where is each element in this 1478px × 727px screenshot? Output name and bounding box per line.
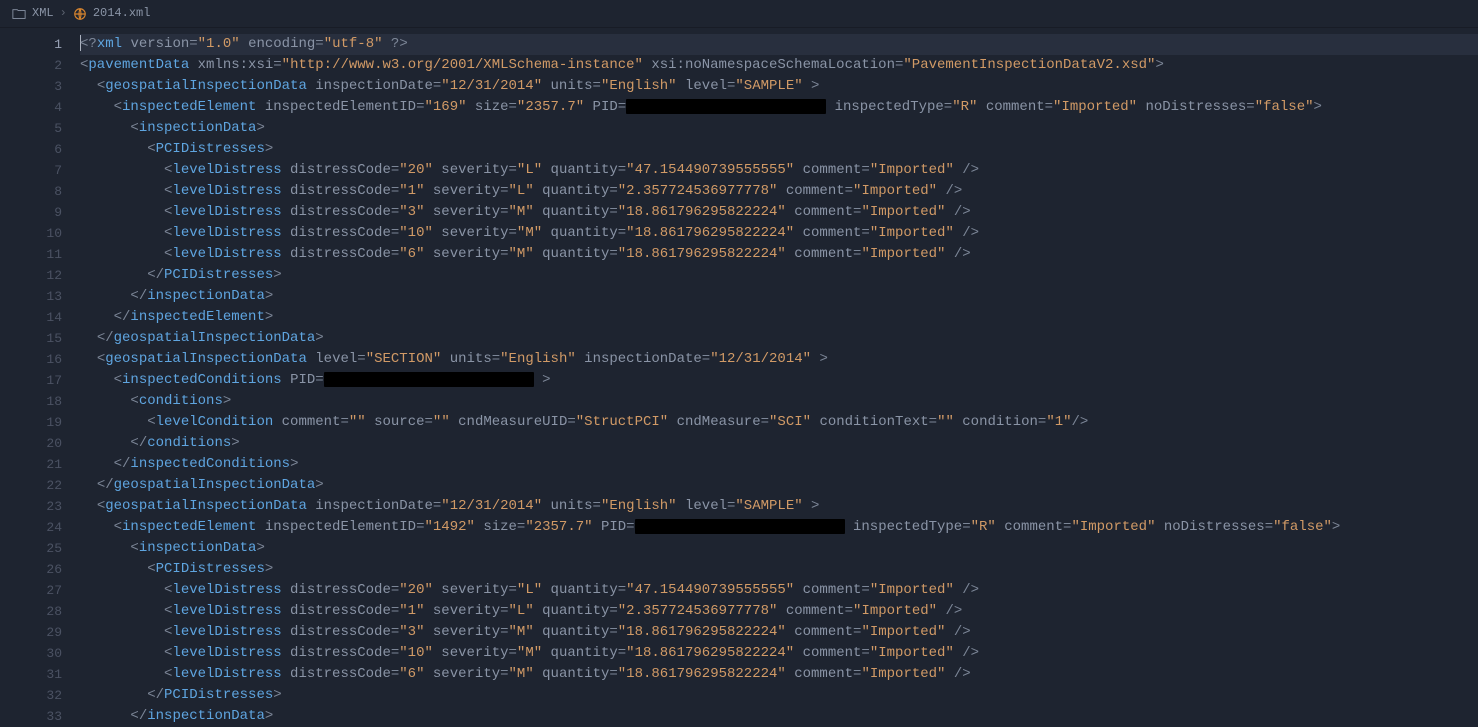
code-line[interactable]: </PCIDistresses> bbox=[80, 685, 1478, 706]
code-area[interactable]: <?xml version="1.0" encoding="utf-8" ?><… bbox=[80, 28, 1478, 727]
code-line[interactable]: </inspectedConditions> bbox=[80, 454, 1478, 475]
code-line[interactable]: <PCIDistresses> bbox=[80, 559, 1478, 580]
code-line[interactable]: <inspectedElement inspectedElementID="16… bbox=[80, 97, 1478, 118]
code-line[interactable]: <levelDistress distressCode="10" severit… bbox=[80, 643, 1478, 664]
breadcrumb: XML › 2014.xml bbox=[0, 0, 1478, 28]
line-number-gutter: 1234567891011121314151617181920212223242… bbox=[0, 28, 80, 727]
code-line[interactable]: </inspectionData> bbox=[80, 286, 1478, 307]
code-line[interactable]: <levelDistress distressCode="3" severity… bbox=[80, 622, 1478, 643]
breadcrumb-folder[interactable]: XML bbox=[32, 3, 54, 24]
code-line[interactable]: </inspectionData> bbox=[80, 706, 1478, 727]
xml-file-icon bbox=[73, 7, 87, 21]
code-line[interactable]: <conditions> bbox=[80, 391, 1478, 412]
code-line[interactable]: <levelCondition comment="" source="" cnd… bbox=[80, 412, 1478, 433]
code-line[interactable]: <pavementData xmlns:xsi="http://www.w3.o… bbox=[80, 55, 1478, 76]
code-line[interactable]: <levelDistress distressCode="20" severit… bbox=[80, 160, 1478, 181]
code-line[interactable]: <inspectionData> bbox=[80, 538, 1478, 559]
code-line[interactable]: <geospatialInspectionData inspectionDate… bbox=[80, 76, 1478, 97]
code-line[interactable]: <geospatialInspectionData level="SECTION… bbox=[80, 349, 1478, 370]
code-line[interactable]: </PCIDistresses> bbox=[80, 265, 1478, 286]
code-line[interactable]: <inspectionData> bbox=[80, 118, 1478, 139]
code-line[interactable]: </inspectedElement> bbox=[80, 307, 1478, 328]
code-line[interactable]: </geospatialInspectionData> bbox=[80, 328, 1478, 349]
code-line[interactable]: <levelDistress distressCode="6" severity… bbox=[80, 664, 1478, 685]
code-line[interactable]: <levelDistress distressCode="3" severity… bbox=[80, 202, 1478, 223]
code-line[interactable]: <inspectedElement inspectedElementID="14… bbox=[80, 517, 1478, 538]
code-line[interactable]: <?xml version="1.0" encoding="utf-8" ?> bbox=[80, 34, 1478, 55]
code-editor[interactable]: 1234567891011121314151617181920212223242… bbox=[0, 28, 1478, 727]
code-line[interactable]: <levelDistress distressCode="1" severity… bbox=[80, 181, 1478, 202]
code-line[interactable]: </geospatialInspectionData> bbox=[80, 475, 1478, 496]
code-line[interactable]: <PCIDistresses> bbox=[80, 139, 1478, 160]
code-line[interactable]: </conditions> bbox=[80, 433, 1478, 454]
breadcrumb-separator: › bbox=[60, 3, 67, 24]
breadcrumb-file[interactable]: 2014.xml bbox=[93, 3, 151, 24]
folder-icon bbox=[12, 7, 26, 21]
code-line[interactable]: <levelDistress distressCode="1" severity… bbox=[80, 601, 1478, 622]
code-line[interactable]: <levelDistress distressCode="20" severit… bbox=[80, 580, 1478, 601]
code-line[interactable]: <inspectedConditions PID= > bbox=[80, 370, 1478, 391]
code-line[interactable]: <levelDistress distressCode="6" severity… bbox=[80, 244, 1478, 265]
code-line[interactable]: <levelDistress distressCode="10" severit… bbox=[80, 223, 1478, 244]
code-line[interactable]: <geospatialInspectionData inspectionDate… bbox=[80, 496, 1478, 517]
